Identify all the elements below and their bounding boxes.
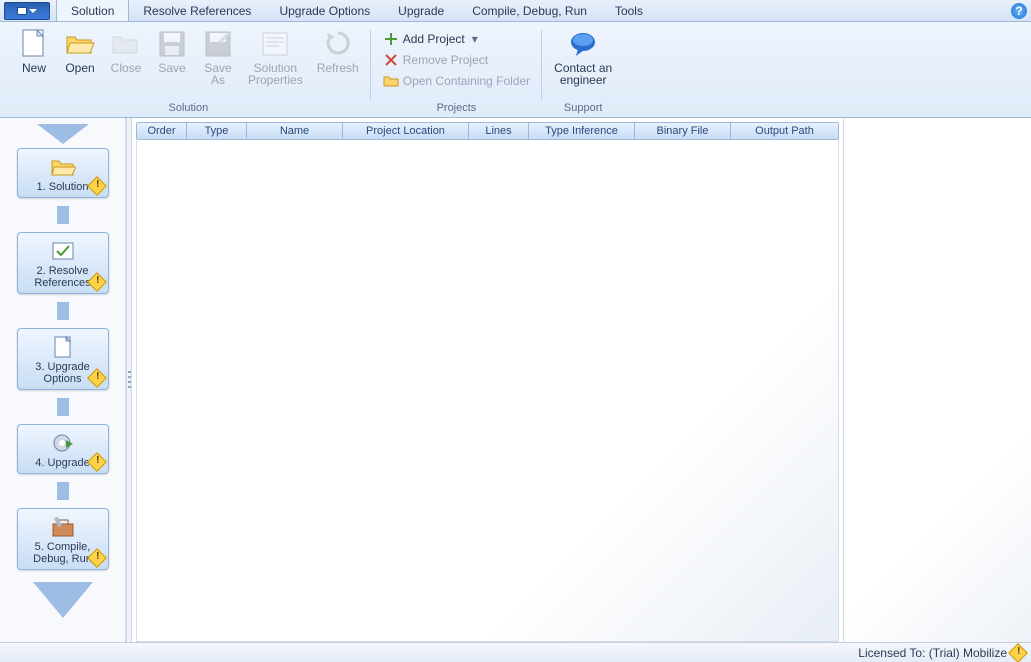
add-icon [383,31,399,47]
ribbon-tabs: Solution Resolve References Upgrade Opti… [56,0,657,21]
add-project-button[interactable]: Add Project ▾ [381,30,532,48]
arrow-top-icon [37,124,89,144]
remove-project-button: Remove Project [381,51,532,69]
tab-solution[interactable]: Solution [56,0,129,21]
ribbon-group-solution: New Open Close Save [6,26,371,117]
wizard-step-compile-debug-run[interactable]: 5. Compile, Debug, Run [17,508,109,570]
open-label: Open [65,62,94,74]
connector-icon [57,206,69,224]
document-icon [49,335,77,359]
connector-icon [57,302,69,320]
folder-icon [383,73,399,89]
license-text: Licensed To: (Trial) Mobilize [858,646,1007,660]
grip-icon [128,371,131,389]
chat-bubble-icon [567,28,599,60]
status-bar: Licensed To: (Trial) Mobilize [0,642,1031,662]
new-label: New [22,62,46,74]
close-button: Close [104,26,148,100]
open-button[interactable]: Open [58,26,102,100]
gear-play-icon [49,431,77,455]
ribbon-group-projects: Add Project ▾ Remove Project Open Contai… [371,26,542,117]
column-name[interactable]: Name [247,123,343,139]
refresh-button: Refresh [311,26,365,100]
save-as-label: Save As [204,62,231,86]
column-project-location[interactable]: Project Location [343,123,469,139]
tab-resolve-references[interactable]: Resolve References [129,0,265,21]
dropdown-icon: ▾ [472,32,478,46]
app-menu-button[interactable] [4,2,50,20]
title-bar: Solution Resolve References Upgrade Opti… [0,0,1031,22]
refresh-icon [322,28,354,60]
column-lines[interactable]: Lines [469,123,529,139]
column-binary-file[interactable]: Binary File [635,123,731,139]
contact-engineer-button[interactable]: Contact an engineer [548,26,618,100]
tab-tools[interactable]: Tools [601,0,657,21]
right-side-panel [843,118,1031,642]
wizard-step-label: 4. Upgrade [35,457,89,469]
solution-properties-label: Solution Properties [248,62,303,86]
properties-icon [259,28,291,60]
dropdown-icon [29,9,37,13]
save-as-button: Save As [196,26,240,100]
folder-open-icon [49,155,77,179]
add-project-label: Add Project [403,32,465,46]
new-button[interactable]: New [12,26,56,100]
ribbon-group-support: Contact an engineer Support [542,26,624,117]
refresh-label: Refresh [317,62,359,74]
project-grid: Order Type Name Project Location Lines T… [132,118,843,642]
grid-body[interactable] [136,140,839,642]
remove-project-label: Remove Project [403,53,488,67]
save-icon [156,28,188,60]
open-folder-icon [64,28,96,60]
ribbon-group-projects-label: Projects [437,100,477,117]
contact-engineer-label: Contact an engineer [554,62,612,86]
open-containing-label: Open Containing Folder [403,74,530,88]
tab-compile-debug-run[interactable]: Compile, Debug, Run [458,0,601,21]
main-body: 1. Solution 2. Resolve References 3. Upg… [0,118,1031,642]
ribbon-group-support-label: Support [564,100,603,117]
warning-icon[interactable] [1008,643,1028,662]
new-file-icon [18,28,50,60]
close-label: Close [111,62,142,74]
solution-properties-button: Solution Properties [242,26,309,100]
warning-icon [87,176,107,196]
help-button[interactable]: ? [1011,3,1027,19]
connector-icon [57,398,69,416]
save-label: Save [158,62,185,74]
ribbon-group-solution-label: Solution [168,100,208,117]
column-output-path[interactable]: Output Path [731,123,838,139]
grid-header: Order Type Name Project Location Lines T… [136,122,839,140]
remove-icon [383,52,399,68]
tab-upgrade[interactable]: Upgrade [384,0,458,21]
save-button: Save [150,26,194,100]
app-menu-icon [17,7,27,15]
open-containing-folder-button: Open Containing Folder [381,72,532,90]
connector-icon [57,482,69,500]
save-as-icon [202,28,234,60]
wizard-step-solution[interactable]: 1. Solution [17,148,109,198]
check-document-icon [49,239,77,263]
wizard-step-label: 1. Solution [37,181,89,193]
column-type-inference[interactable]: Type Inference [529,123,635,139]
wizard-step-upgrade-options[interactable]: 3. Upgrade Options [17,328,109,390]
wizard-sidebar: 1. Solution 2. Resolve References 3. Upg… [0,118,126,642]
tab-upgrade-options[interactable]: Upgrade Options [265,0,384,21]
column-order[interactable]: Order [137,123,187,139]
wizard-step-resolve-references[interactable]: 2. Resolve References [17,232,109,294]
close-folder-icon [110,28,142,60]
wizard-step-upgrade[interactable]: 4. Upgrade [17,424,109,474]
toolbox-icon [49,515,77,539]
ribbon: New Open Close Save [0,22,1031,118]
column-type[interactable]: Type [187,123,247,139]
arrow-bottom-icon [33,582,93,618]
